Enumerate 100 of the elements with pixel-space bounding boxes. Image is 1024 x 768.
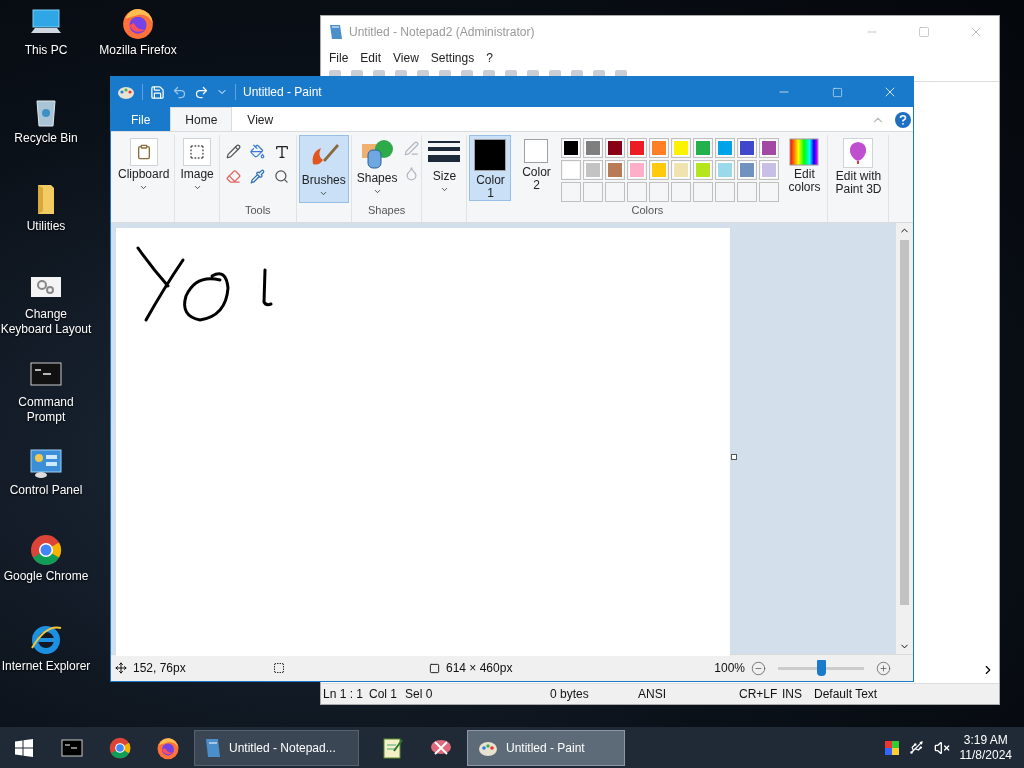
palette-icon[interactable] bbox=[117, 84, 135, 100]
save-icon[interactable] bbox=[150, 84, 165, 100]
toolbar-icon[interactable] bbox=[329, 70, 341, 76]
color-slot-button[interactable]: Color 2 bbox=[515, 135, 558, 201]
toolbar-icon[interactable] bbox=[527, 70, 539, 76]
toolbar-icon[interactable] bbox=[615, 70, 627, 76]
taskbar-window-button[interactable]: Untitled - Paint bbox=[467, 729, 625, 766]
notepad-icon bbox=[329, 24, 343, 40]
edit-colors-button[interactable]: Edit colors bbox=[783, 135, 826, 203]
status-text: Default Text bbox=[814, 687, 879, 701]
status-text: Sel 0 bbox=[405, 687, 434, 701]
toolbar-icon[interactable] bbox=[483, 70, 495, 76]
group-label: Tools bbox=[244, 204, 271, 218]
firefox-icon bbox=[156, 735, 180, 760]
spectrum-icon bbox=[789, 138, 820, 166]
cursor-position: 152, 76px bbox=[133, 661, 186, 675]
desktop-shortcut[interactable]: Utilities bbox=[0, 180, 92, 234]
window-title: Untitled - Paint bbox=[243, 85, 323, 99]
desktop-shortcut[interactable]: Command Prompt bbox=[0, 356, 92, 425]
mute-speaker-icon[interactable] bbox=[933, 739, 950, 756]
toolbar-icon[interactable] bbox=[571, 70, 583, 76]
group-label: Shapes bbox=[367, 204, 406, 218]
color-slot-button[interactable]: Color 1 bbox=[469, 135, 512, 201]
desktop-shortcut[interactable]: Control Panel bbox=[0, 444, 92, 498]
desktop-shortcut[interactable]: Recycle Bin bbox=[0, 92, 92, 146]
outline-icon[interactable] bbox=[404, 141, 420, 156]
ribbon-tab[interactable]: Home bbox=[170, 107, 233, 131]
pencil-icon[interactable] bbox=[226, 144, 242, 159]
toolbar-icon[interactable] bbox=[373, 70, 385, 76]
eraser-icon[interactable] bbox=[226, 169, 242, 184]
paint-3d-button[interactable]: Edit with Paint 3D bbox=[830, 135, 887, 203]
color-tray-icon[interactable] bbox=[884, 740, 899, 755]
menu-item[interactable]: View bbox=[387, 51, 425, 65]
desktop-shortcut[interactable]: Internet Explorer bbox=[0, 620, 92, 674]
color-slot-label: Color 1 bbox=[476, 174, 505, 200]
notepad-icon bbox=[382, 736, 404, 759]
toolbar-icon[interactable] bbox=[439, 70, 451, 76]
toolbar-icon[interactable] bbox=[461, 70, 473, 76]
zoom-in-button[interactable] bbox=[876, 660, 891, 676]
toolbar-icon[interactable] bbox=[549, 70, 561, 76]
windows-logo-icon bbox=[15, 738, 33, 757]
clipboard-button[interactable]: Clipboard bbox=[115, 135, 173, 203]
color-picker-icon[interactable] bbox=[250, 169, 266, 184]
chrome-icon bbox=[30, 534, 62, 566]
taskbar-window-button[interactable]: Untitled - Notepad... bbox=[194, 729, 359, 766]
zoom-out-button[interactable] bbox=[751, 660, 766, 676]
chrome-icon bbox=[109, 736, 131, 759]
window-title: Untitled - Notepad2 (Administrator) bbox=[349, 25, 536, 39]
scrollbar[interactable] bbox=[896, 223, 913, 654]
menu-item[interactable]: File bbox=[323, 51, 355, 65]
menu-item[interactable]: Settings bbox=[424, 51, 481, 65]
menu-item[interactable]: ? bbox=[480, 51, 499, 65]
toolbar-icon[interactable] bbox=[395, 70, 407, 76]
desktop-shortcut[interactable]: Google Chrome bbox=[0, 532, 92, 584]
desktop-shortcut[interactable]: Change Keyboard Layout bbox=[0, 268, 92, 337]
caret-icon bbox=[372, 187, 382, 196]
ribbon-tab[interactable]: File bbox=[111, 107, 171, 131]
firefox-icon bbox=[121, 6, 155, 40]
fill-bucket-icon[interactable] bbox=[250, 144, 266, 159]
control-panel-icon bbox=[29, 446, 63, 480]
select-icon bbox=[189, 144, 206, 160]
toolbar-icon[interactable] bbox=[351, 70, 363, 76]
toolbar-icon[interactable] bbox=[417, 70, 429, 76]
help-icon[interactable] bbox=[895, 111, 911, 128]
toolbar-icon[interactable] bbox=[593, 70, 605, 76]
shapes-button[interactable]: Shapes bbox=[353, 135, 401, 203]
menu-item[interactable]: Edit bbox=[354, 51, 388, 65]
desktop-shortcut[interactable]: This PC bbox=[0, 4, 92, 58]
text-tool-icon[interactable] bbox=[273, 143, 290, 160]
maximize-icon bbox=[918, 26, 930, 38]
status-text: ANSI bbox=[638, 687, 667, 701]
undo-icon[interactable] bbox=[172, 84, 187, 100]
toolbar-icon[interactable] bbox=[505, 70, 517, 76]
zoom-slider[interactable] bbox=[817, 659, 826, 676]
status-text: INS bbox=[782, 687, 803, 701]
cursor-position-icon bbox=[115, 662, 127, 674]
image-button[interactable]: Image bbox=[177, 135, 217, 203]
redo-icon[interactable] bbox=[194, 84, 209, 100]
usb-icon[interactable] bbox=[908, 740, 924, 755]
canvas-size-icon bbox=[429, 662, 440, 674]
color-slot-label: Color 2 bbox=[522, 166, 551, 192]
zoom-percent: 100% bbox=[714, 661, 745, 675]
canvas-size: 614 × 460px bbox=[446, 661, 513, 675]
group-label: Colors bbox=[631, 204, 664, 218]
selection-size-icon bbox=[273, 662, 285, 674]
status-text: Ln 1 : 1 bbox=[323, 687, 365, 701]
caret-icon bbox=[192, 183, 202, 192]
size-button[interactable]: Size bbox=[424, 135, 465, 203]
magnifier-icon[interactable] bbox=[274, 169, 290, 184]
desktop-shortcut[interactable]: Mozilla Firefox bbox=[92, 4, 184, 58]
brushes-button[interactable]: Brushes bbox=[298, 135, 349, 203]
shapes-icon bbox=[360, 138, 395, 170]
clock[interactable]: 3:19 AM 11/8/2024 bbox=[959, 732, 1012, 763]
clipboard-icon bbox=[135, 144, 152, 160]
status-text: 0 bytes bbox=[550, 687, 590, 701]
maximize-icon bbox=[831, 86, 843, 98]
status-text: CR+LF bbox=[739, 687, 779, 701]
caret-icon bbox=[139, 183, 149, 192]
resize-handle[interactable] bbox=[731, 454, 737, 460]
status-text: Col 1 bbox=[369, 687, 398, 701]
